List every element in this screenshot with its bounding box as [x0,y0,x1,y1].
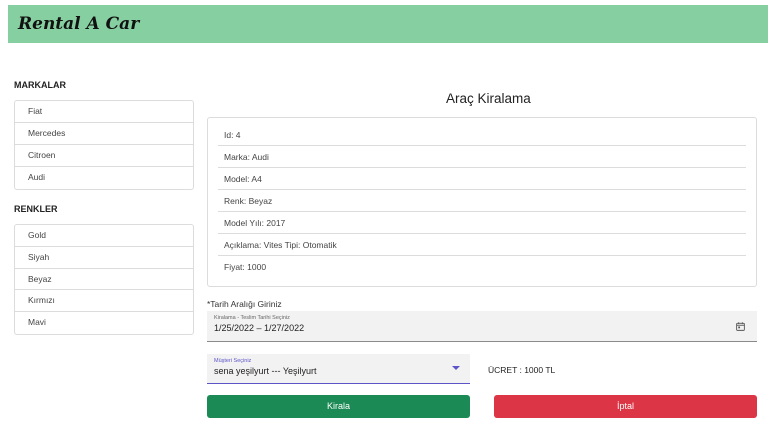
chevron-down-icon[interactable] [452,366,460,370]
color-item-gold[interactable]: Gold [15,225,193,247]
detail-model: Model: A4 [218,168,746,190]
customer-select-caption: Müşteri Seçiniz [214,358,252,364]
customer-select[interactable]: Müşteri Seçiniz sena yeşilyurt --- Yeşil… [207,354,470,384]
color-item-beyaz[interactable]: Beyaz [15,269,193,291]
navbar: Rental A Car [8,5,768,43]
detail-id: Id: 4 [218,124,746,146]
date-range-value[interactable]: 1/25/2022 – 1/27/2022 [214,323,750,333]
car-details-card: Id: 4 Marka: Audi Model: A4 Renk: Beyaz … [207,117,757,287]
date-range-field[interactable]: Kiralama - Teslim Tarihi Seçiniz 1/25/20… [207,311,757,342]
cancel-button[interactable]: İptal [494,395,757,418]
brand-item-mercedes[interactable]: Mercedes [15,123,193,145]
brand-item-fiat[interactable]: Fiat [15,101,193,123]
customer-select-value[interactable]: sena yeşilyurt --- Yeşilyurt [214,366,463,376]
date-range-caption: Kiralama - Teslim Tarihi Seçiniz [214,315,290,321]
calendar-icon[interactable] [736,322,745,331]
sidebar: MARKALAR Fiat Mercedes Citroen Audi RENK… [14,80,194,349]
detail-description: Açıklama: Vites Tipi: Otomatik [218,234,746,256]
color-item-mavi[interactable]: Mavi [15,312,193,334]
colors-title: RENKLER [14,204,58,214]
detail-price: Fiyat: 1000 [224,262,267,272]
detail-model-year: Model Yılı: 2017 [218,212,746,234]
date-range-label: *Tarih Aralığı Giriniz [207,299,282,309]
brands-title: MARKALAR [14,80,66,90]
color-item-siyah[interactable]: Siyah [15,247,193,269]
brands-list: Fiat Mercedes Citroen Audi [14,100,194,190]
colors-list: Gold Siyah Beyaz Kırmızı Mavi [14,224,194,335]
page-title: Araç Kiralama [446,91,531,106]
detail-color: Renk: Beyaz [218,190,746,212]
brand-item-audi[interactable]: Audi [15,167,193,189]
rent-button[interactable]: Kirala [207,395,470,418]
detail-brand: Marka: Audi [218,146,746,168]
brand-item-citroen[interactable]: Citroen [15,145,193,167]
color-item-kirmizi[interactable]: Kırmızı [15,290,193,313]
fee-label: ÜCRET : 1000 TL [488,365,556,375]
brand-logo[interactable]: Rental A Car [18,14,139,34]
